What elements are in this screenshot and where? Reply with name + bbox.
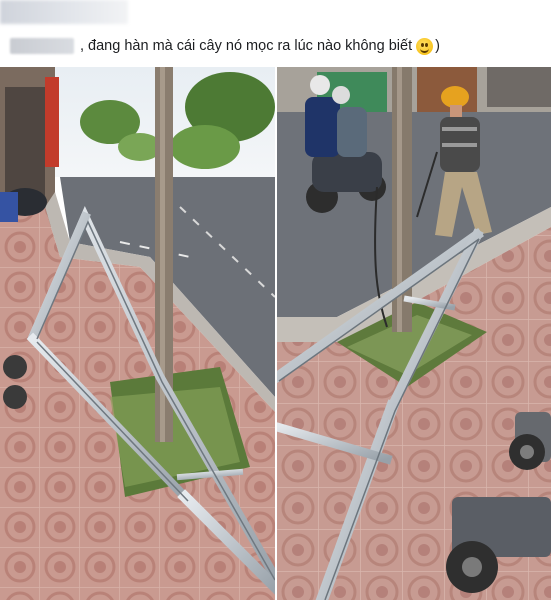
blurred-author-name[interactable]	[0, 0, 128, 24]
caption-end: )	[435, 38, 440, 54]
post-header	[0, 0, 551, 28]
caption-text: , đang hàn mà cái cây nó mọc ra lúc nào …	[80, 38, 413, 54]
post-caption: , đang hàn mà cái cây nó mọc ra lúc nào …	[10, 34, 540, 58]
post-photo-left[interactable]	[0, 67, 275, 600]
blurred-mention[interactable]	[10, 38, 74, 54]
post-photo-right[interactable]	[277, 67, 551, 600]
smiling-face-emoji-icon	[416, 37, 434, 55]
